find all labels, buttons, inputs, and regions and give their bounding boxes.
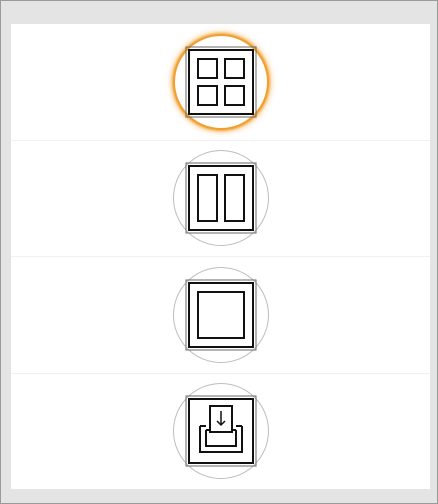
window-frame (0, 0, 438, 504)
layout-picker-panel (11, 24, 430, 489)
option-ring[interactable] (172, 266, 269, 363)
layout-option-two-column[interactable] (11, 141, 430, 257)
grid-2x2-icon (184, 45, 258, 119)
layout-option-import-tray[interactable] (11, 374, 430, 490)
tray-download-icon (184, 394, 258, 468)
layout-option-grid-2x2[interactable] (11, 24, 430, 141)
option-ring[interactable] (172, 383, 269, 480)
option-ring[interactable] (172, 150, 269, 247)
layout-option-single-pane[interactable] (11, 257, 430, 374)
single-pane-icon (184, 278, 258, 352)
two-column-icon (184, 161, 258, 235)
selection-ring[interactable] (172, 33, 269, 130)
